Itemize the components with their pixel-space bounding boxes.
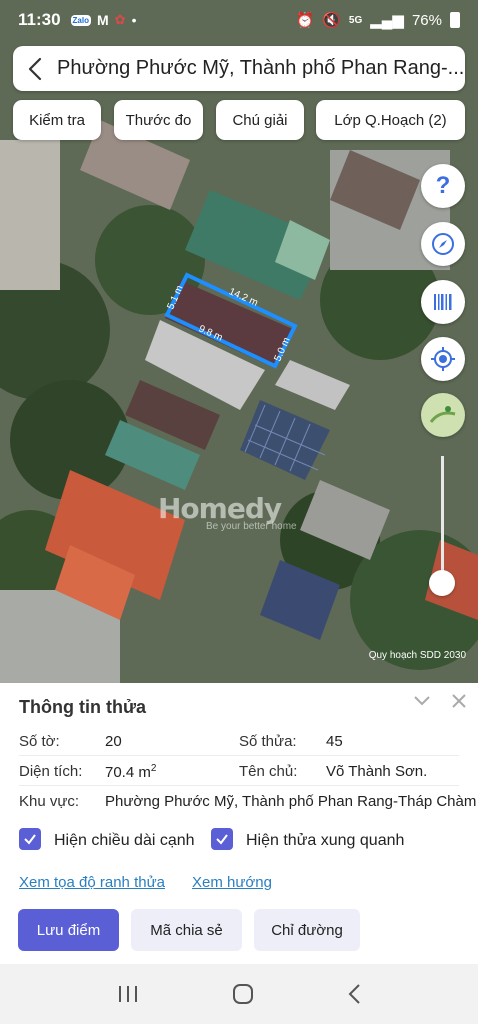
owner-label: Tên chủ: bbox=[239, 763, 298, 780]
recent-apps-icon[interactable] bbox=[117, 984, 139, 1004]
save-point-button[interactable]: Lưu điểm bbox=[18, 909, 119, 951]
system-icons: ⏰ 🔇 5G ▂▄▆ 76% bbox=[296, 11, 460, 29]
location-title: Phường Phước Mỹ, Thành phố Phan Rang-... bbox=[57, 57, 465, 79]
chevron-left-icon bbox=[28, 57, 42, 80]
back-button[interactable] bbox=[13, 46, 57, 91]
home-icon[interactable] bbox=[232, 983, 254, 1005]
sheet-label: Số tờ: bbox=[19, 733, 60, 750]
gmail-icon: M bbox=[97, 12, 109, 28]
my-location-button[interactable] bbox=[421, 337, 465, 381]
ruler-button[interactable]: Thước đo bbox=[114, 100, 203, 140]
check-button[interactable]: Kiểm tra bbox=[13, 100, 101, 140]
show-edge-length-label[interactable]: Hiện chiều dài cạnh bbox=[54, 832, 195, 850]
checkmark-icon bbox=[24, 834, 36, 845]
network-label: 5G bbox=[348, 14, 363, 26]
view-direction-link[interactable]: Xem hướng bbox=[192, 874, 272, 891]
compass-button[interactable] bbox=[421, 222, 465, 266]
planning-layer-label: Quy hoạch SDD 2030 bbox=[368, 650, 466, 661]
area-value: 70.4 m2 bbox=[105, 763, 157, 781]
area-label: Diện tích: bbox=[19, 763, 83, 780]
region-label: Khu vực: bbox=[19, 793, 80, 810]
zalo-icon: Zalo bbox=[70, 14, 91, 26]
back-icon[interactable] bbox=[347, 983, 361, 1005]
barcode-button[interactable] bbox=[421, 280, 465, 324]
system-navigation-bar bbox=[0, 964, 478, 1024]
show-neighbors-checkbox[interactable] bbox=[211, 828, 233, 850]
alarm-icon: ⏰ bbox=[295, 12, 315, 29]
notification-icons: Zalo M ✿ • bbox=[70, 12, 137, 28]
map-type-button[interactable] bbox=[421, 393, 465, 437]
signal-icon: ▂▄▆ bbox=[370, 12, 404, 29]
directions-button[interactable]: Chỉ đường bbox=[254, 909, 360, 951]
status-time: 11:30 bbox=[18, 10, 61, 29]
parcel-info-panel: Thông tin thửa Số tờ: 20 Số thửa: 45 Diệ… bbox=[0, 683, 478, 964]
parcel-label: Số thửa: bbox=[239, 733, 297, 750]
legend-button[interactable]: Chú giải bbox=[216, 100, 304, 140]
barcode-icon bbox=[434, 294, 452, 310]
show-edge-length-checkbox[interactable] bbox=[19, 828, 41, 850]
chevron-down-icon[interactable] bbox=[413, 695, 431, 707]
location-bar[interactable]: Phường Phước Mỹ, Thành phố Phan Rang-... bbox=[13, 46, 465, 91]
divider bbox=[19, 755, 459, 756]
help-button[interactable]: ? bbox=[421, 164, 465, 208]
checkmark-icon bbox=[216, 834, 228, 845]
compass-icon bbox=[432, 233, 454, 255]
opacity-slider-knob[interactable] bbox=[429, 570, 455, 596]
app-icon: ✿ bbox=[114, 12, 126, 27]
watermark-tagline: Be your better home bbox=[206, 521, 297, 532]
crosshair-icon bbox=[431, 347, 455, 371]
panel-title: Thông tin thửa bbox=[19, 697, 147, 717]
help-icon: ? bbox=[435, 172, 451, 199]
owner-value: Võ Thành Sơn. bbox=[326, 763, 428, 780]
mute-icon: 🔇 bbox=[322, 12, 341, 29]
parcel-value: 45 bbox=[326, 733, 343, 750]
view-boundary-coords-link[interactable]: Xem tọa độ ranh thửa bbox=[19, 874, 165, 891]
dot-icon: • bbox=[131, 12, 137, 28]
planning-layer-button[interactable]: Lớp Q.Hoạch (2) bbox=[316, 100, 465, 140]
map-toolbar: Kiểm tra Thước đo Chú giải Lớp Q.Hoạch (… bbox=[13, 100, 465, 140]
watermark: Homedy Be your better home bbox=[158, 492, 297, 532]
sheet-value: 20 bbox=[105, 733, 122, 750]
map-layer-icon bbox=[429, 406, 456, 423]
show-neighbors-label[interactable]: Hiện thửa xung quanh bbox=[246, 832, 404, 850]
battery-icon bbox=[450, 12, 460, 28]
close-icon[interactable] bbox=[451, 693, 467, 709]
region-value: Phường Phước Mỹ, Thành phố Phan Rang-Thá… bbox=[105, 793, 477, 810]
divider bbox=[19, 785, 459, 786]
opacity-slider-track[interactable] bbox=[441, 456, 444, 583]
battery-percent: 76% bbox=[411, 11, 442, 29]
status-bar: 11:30 Zalo M ✿ • ⏰ 🔇 5G ▂▄▆ 76% bbox=[0, 0, 478, 40]
share-code-button[interactable]: Mã chia sẻ bbox=[131, 909, 242, 951]
